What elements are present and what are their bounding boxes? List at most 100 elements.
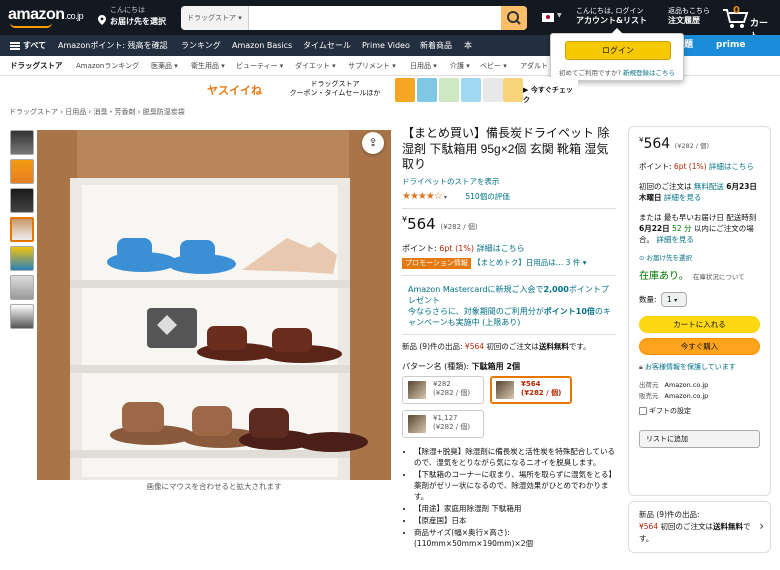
chevron-down-icon: ▼ (557, 12, 562, 19)
shoe-cabinet-illustration (37, 130, 391, 480)
subnav-item-care[interactable]: 介護 ▾ (450, 56, 470, 76)
all-menu-button[interactable]: すべて (10, 35, 46, 56)
share-icon[interactable]: ⇪ (362, 132, 384, 154)
thumbnail[interactable] (10, 275, 34, 300)
logo-smile-icon (10, 23, 52, 28)
feature-bullet: 【除湿+脱臭】除湿剤に備長炭と活性炭を特殊配合しているので、湿気をとりながら気に… (414, 446, 616, 468)
select-location-link[interactable]: ⊙ お届け先を選択 (639, 252, 760, 262)
nav-item-basics[interactable]: Amazon Basics (232, 35, 292, 56)
promotion-row[interactable]: プロモーション情報 【まとめトク】日用品は… 3 件 ▾ (402, 257, 616, 269)
subnav-item-diet[interactable]: ダイエット ▾ (295, 56, 336, 76)
location-pin-icon: ⊙ (639, 254, 645, 262)
rating-row[interactable]: ★★★★☆ ▾ 510個の評価 (402, 191, 616, 202)
variation-swatch-selected[interactable]: ¥564 (¥282 / 個) (490, 375, 572, 404)
subnav-item-baby[interactable]: ベビー ▾ (480, 56, 507, 76)
orders-link[interactable]: 返品もこちら 注文履歴 (668, 6, 710, 26)
delivery-details-link[interactable]: 詳細を見る (664, 193, 702, 202)
account-menu[interactable]: こんにちは, ログイン アカウント&リスト (576, 6, 647, 26)
search-button[interactable] (501, 6, 527, 30)
delivery-info: 初回のご注文は 無料配送 6月23日 木曜日 詳細を見る (639, 182, 757, 202)
stock-info-link[interactable]: 在庫状況について (693, 273, 745, 281)
thumbnail[interactable] (10, 159, 34, 184)
feature-bullet: 【用途】家庭用除湿剤 下駄箱用 (414, 503, 616, 514)
deliver-greeting: こんにちは (110, 6, 145, 14)
gift-option[interactable]: ギフトの設定 (639, 406, 760, 416)
gift-checkbox[interactable] (639, 407, 647, 415)
nav-item-timesale[interactable]: タイムセール (303, 35, 351, 56)
subnav-item-hygiene[interactable]: 衛生用品 ▾ (191, 56, 225, 76)
subnav-item-beauty[interactable]: ビューティー ▾ (236, 56, 283, 76)
lock-icon: 🔒︎ (639, 363, 643, 371)
store-link[interactable]: ドライペットのストアを表示 (402, 176, 616, 187)
nav-item-books[interactable]: 本 (464, 35, 472, 56)
add-to-cart-button[interactable]: カートに入れる (639, 316, 760, 333)
secure-transaction-link[interactable]: 🔒︎ お客様情報を保護しています (639, 362, 760, 372)
promo-product-image (483, 78, 503, 102)
thumbnail-selected[interactable] (10, 217, 34, 242)
top-header: amazon.co.jp こんにちは お届け先を選択 ドラッグストア ▾ ▼ こ… (0, 0, 780, 42)
new-offers-row[interactable]: 新品 (9)件の出品: ¥564 初回のご注文は送料無料です。 (402, 342, 616, 352)
nav-item-ranking[interactable]: ランキング (181, 35, 221, 56)
nav-item-prime-video[interactable]: Prime Video (362, 35, 410, 56)
subnav-item-ranking[interactable]: Amazonランキング (76, 56, 139, 76)
variation-swatch[interactable]: ¥282 (¥282 / 個) (402, 375, 484, 404)
seller-info: 出荷元 Amazon.co.jp 販売元 Amazon.co.jp (639, 381, 709, 400)
cart-button[interactable]: 0 カート (722, 5, 774, 42)
orders-label: 注文履歴 (668, 16, 700, 25)
swatch-image (408, 380, 426, 399)
swatch-image (408, 414, 426, 433)
other-sellers-box[interactable]: 新品 (9)件の出品: ¥564 初回のご注文は送料無料です。 › (628, 501, 771, 553)
thumbnail[interactable] (10, 188, 34, 213)
deliver-to[interactable]: こんにちは お届け先を選択 (98, 5, 166, 27)
swatch-image (496, 380, 514, 399)
nav-item-new[interactable]: 新着商品 (420, 35, 452, 56)
fast-delivery-details-link[interactable]: 詳細を見る (656, 235, 694, 244)
thumbnail[interactable] (10, 130, 34, 155)
points-details-link[interactable]: 詳細はこちら (477, 244, 525, 253)
quantity-row: 数量: 1 ▾ (639, 292, 760, 307)
login-button[interactable]: ログイン (565, 41, 671, 60)
promo-check-now-link[interactable]: ▶ 今すぐチェック (523, 85, 578, 105)
subnav-item-medicine[interactable]: 医薬品 ▾ (151, 56, 178, 76)
search-input[interactable] (249, 6, 501, 30)
chevron-right-icon: › (759, 519, 764, 533)
subnav-item-drugstore[interactable]: ドラッグストア (10, 56, 63, 76)
new-customer-text: 初めてご利用ですか? 新規登録はこちら (559, 69, 676, 77)
login-popover: ログイン 初めてご利用ですか? 新規登録はこちら (550, 28, 684, 81)
amazon-logo[interactable]: amazon.co.jp (8, 6, 84, 24)
variation-swatch[interactable]: ¥1,127 (¥282 / 個) (402, 409, 484, 438)
buy-now-button[interactable]: 今すぐ購入 (639, 338, 760, 355)
product-details: 【まとめ買い】備長炭ドライペット 除湿剤 下駄箱用 95g×2個 玄関 靴箱 湿… (402, 126, 616, 550)
subnav-item-adult[interactable]: アダルト (520, 56, 548, 76)
search-category-select[interactable]: ドラッグストア ▾ (181, 6, 249, 30)
thumbnail[interactable] (10, 246, 34, 271)
register-link[interactable]: 新規登録はこちら (623, 69, 675, 77)
divider (402, 274, 616, 276)
promo-banner[interactable]: ヤスイイね ドラッグストア クーポン・タイムセールほか ▶ 今すぐチェック (205, 77, 578, 105)
rating-count-link[interactable]: 510個の評価 (465, 192, 509, 201)
prime-reading-banner[interactable]: 題prime reading (680, 35, 780, 71)
promo-product-image (461, 78, 481, 102)
search-bar: ドラッグストア ▾ (181, 6, 527, 30)
add-to-list-button[interactable]: リストに追加 (639, 430, 760, 448)
main-product-image[interactable] (37, 130, 391, 480)
free-shipping-link[interactable]: 無料配送 (694, 182, 724, 191)
promo-product-image (503, 78, 523, 102)
breadcrumb[interactable]: ドラッグストア › 日用品 › 消臭・芳香剤 › 脱臭防湿炭袋 (9, 107, 185, 117)
thumbnail[interactable] (10, 304, 34, 329)
star-rating-icon: ★★★★☆ (402, 190, 443, 202)
mastercard-offer[interactable]: Amazon Mastercardに新規ご入会で2,000ポイントプレゼント 今… (402, 284, 616, 328)
nav-item-points[interactable]: Amazonポイント: 残高を確認 (58, 35, 168, 56)
quantity-select[interactable]: 1 ▾ (660, 292, 687, 307)
promotion-text[interactable]: 【まとめトク】日用品は… 3 件 ▾ (473, 258, 586, 267)
points-row: ポイント: 6pt (1%) 詳細はこちら (402, 243, 525, 253)
account-greeting: こんにちは, ログイン (576, 7, 644, 15)
promotion-badge: プロモーション情報 (402, 257, 471, 269)
yasuiine-logo: ヤスイイね (207, 84, 262, 97)
subnav-item-supplement[interactable]: サプリメント ▾ (348, 56, 396, 76)
buybox-points-link[interactable]: 詳細はこちら (709, 162, 754, 171)
japan-flag-icon[interactable] (542, 13, 554, 22)
search-icon (507, 11, 521, 25)
feature-bullet: 商品サイズ(幅×奥行×高さ): (110mm×50mm×190mm)×2個 (414, 527, 616, 549)
subnav-item-daily[interactable]: 日用品 ▾ (410, 56, 437, 76)
